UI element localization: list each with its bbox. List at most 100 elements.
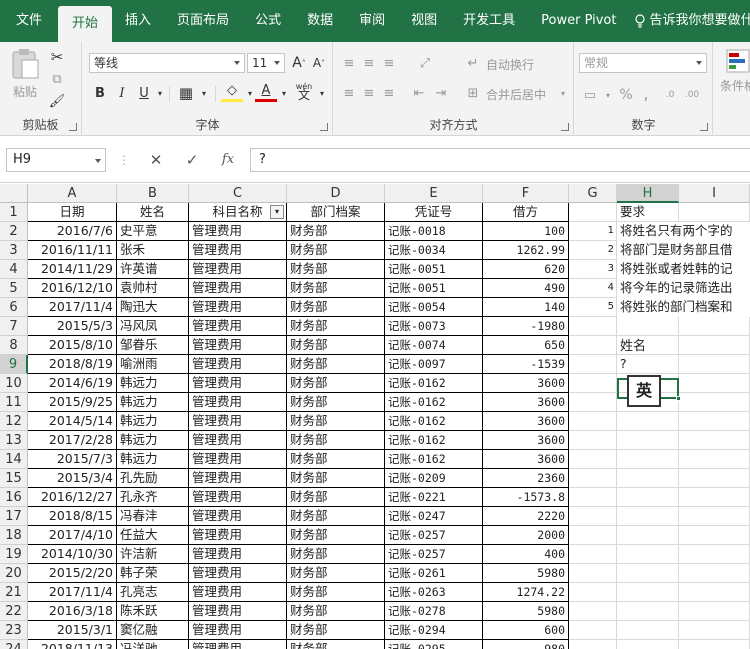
- h9-value[interactable]: ?: [617, 355, 627, 374]
- table-cell[interactable]: 窦亿融: [117, 621, 189, 640]
- header-cell[interactable]: 凭证号: [385, 203, 483, 222]
- table-cell[interactable]: 财务部: [287, 431, 385, 450]
- empty-cell[interactable]: [679, 640, 750, 649]
- table-cell[interactable]: 记账-0162: [385, 412, 483, 431]
- row-header-16[interactable]: 16: [0, 488, 28, 507]
- row-header-2[interactable]: 2: [0, 222, 28, 241]
- table-cell[interactable]: 邹眷乐: [117, 336, 189, 355]
- tab-insert[interactable]: 插入: [112, 0, 164, 42]
- table-cell[interactable]: 许洁新: [117, 545, 189, 564]
- table-cell[interactable]: 记账-0162: [385, 450, 483, 469]
- table-cell[interactable]: 2015/2/20: [28, 564, 117, 583]
- tab-developer[interactable]: 开发工具: [450, 0, 528, 42]
- table-cell[interactable]: 张禾: [117, 241, 189, 260]
- row-header-11[interactable]: 11: [0, 393, 28, 412]
- tab-view[interactable]: 视图: [398, 0, 450, 42]
- empty-cell[interactable]: [569, 374, 617, 393]
- tab-formulas[interactable]: 公式: [242, 0, 294, 42]
- table-cell[interactable]: 3600: [483, 412, 569, 431]
- format-painter-icon[interactable]: 🖌: [46, 90, 68, 112]
- table-cell[interactable]: 管理费用: [189, 260, 287, 279]
- table-cell[interactable]: 财务部: [287, 640, 385, 649]
- table-cell[interactable]: 2014/10/30: [28, 545, 117, 564]
- table-cell[interactable]: -1539: [483, 355, 569, 374]
- table-cell[interactable]: 490: [483, 279, 569, 298]
- table-cell[interactable]: 记账-0257: [385, 526, 483, 545]
- empty-cell[interactable]: [679, 431, 750, 450]
- table-cell[interactable]: 孔先励: [117, 469, 189, 488]
- table-cell[interactable]: 记账-0294: [385, 621, 483, 640]
- empty-cell[interactable]: [617, 431, 679, 450]
- empty-cell[interactable]: [679, 469, 750, 488]
- table-cell[interactable]: 管理费用: [189, 469, 287, 488]
- table-cell[interactable]: 管理费用: [189, 222, 287, 241]
- table-cell[interactable]: 管理费用: [189, 450, 287, 469]
- empty-cell[interactable]: [617, 412, 679, 431]
- empty-cell[interactable]: [569, 412, 617, 431]
- empty-cell[interactable]: [679, 374, 750, 393]
- column-header-i[interactable]: I: [679, 184, 750, 203]
- empty-cell[interactable]: [569, 583, 617, 602]
- column-header-f[interactable]: F: [483, 184, 569, 203]
- row-header-3[interactable]: 3: [0, 241, 28, 260]
- tell-me-box[interactable]: 告诉我你想要做什: [630, 0, 750, 42]
- empty-cell[interactable]: [679, 393, 750, 412]
- column-header-c[interactable]: C: [189, 184, 287, 203]
- table-cell[interactable]: 记账-0209: [385, 469, 483, 488]
- table-cell[interactable]: 袁帅村: [117, 279, 189, 298]
- empty-cell[interactable]: [679, 545, 750, 564]
- table-cell[interactable]: 财务部: [287, 488, 385, 507]
- merge-center-button[interactable]: 合并后居中: [486, 86, 546, 103]
- column-header-g[interactable]: G: [569, 184, 617, 203]
- table-cell[interactable]: 2016/3/18: [28, 602, 117, 621]
- row-header-23[interactable]: 23: [0, 621, 28, 640]
- empty-cell[interactable]: [679, 412, 750, 431]
- table-cell[interactable]: 管理费用: [189, 564, 287, 583]
- table-cell[interactable]: 财务部: [287, 507, 385, 526]
- table-cell[interactable]: 2018/8/15: [28, 507, 117, 526]
- italic-button[interactable]: I: [111, 82, 133, 104]
- row-header-10[interactable]: 10: [0, 374, 28, 393]
- table-cell[interactable]: 记账-0261: [385, 564, 483, 583]
- alignment-launcher-icon[interactable]: [561, 123, 569, 131]
- table-cell[interactable]: 2016/12/27: [28, 488, 117, 507]
- increase-indent-icon[interactable]: ⇥: [430, 82, 452, 104]
- cut-icon[interactable]: ✂: [46, 46, 68, 68]
- table-cell[interactable]: 任益大: [117, 526, 189, 545]
- table-cell[interactable]: 2015/3/1: [28, 621, 117, 640]
- paste-button[interactable]: 粘贴: [6, 48, 44, 106]
- row-header-19[interactable]: 19: [0, 545, 28, 564]
- table-cell[interactable]: 1274.22: [483, 583, 569, 602]
- table-cell[interactable]: 2018/8/19: [28, 355, 117, 374]
- row-header-17[interactable]: 17: [0, 507, 28, 526]
- table-cell[interactable]: 记账-0295: [385, 640, 483, 649]
- table-cell[interactable]: 3600: [483, 393, 569, 412]
- empty-cell[interactable]: [569, 564, 617, 583]
- name-box[interactable]: H9: [6, 148, 106, 172]
- table-cell[interactable]: 管理费用: [189, 355, 287, 374]
- header-cell[interactable]: 部门档案: [287, 203, 385, 222]
- empty-cell[interactable]: [679, 355, 750, 374]
- empty-cell[interactable]: [569, 355, 617, 374]
- header-cell[interactable]: 借方: [483, 203, 569, 222]
- font-size-dropdown[interactable]: 11: [247, 53, 285, 73]
- tab-data[interactable]: 数据: [294, 0, 346, 42]
- empty-cell[interactable]: [617, 526, 679, 545]
- table-cell[interactable]: 冯洋驰: [117, 640, 189, 649]
- table-cell[interactable]: 管理费用: [189, 488, 287, 507]
- row-header-6[interactable]: 6: [0, 298, 28, 317]
- row-header-9[interactable]: 9: [0, 355, 28, 374]
- underline-dropdown-icon[interactable]: ▾: [149, 82, 171, 104]
- table-cell[interactable]: 管理费用: [189, 412, 287, 431]
- table-cell[interactable]: 记账-0278: [385, 602, 483, 621]
- table-cell[interactable]: 记账-0018: [385, 222, 483, 241]
- clipboard-launcher-icon[interactable]: [69, 123, 77, 131]
- empty-cell[interactable]: [617, 450, 679, 469]
- table-cell[interactable]: 冯风凤: [117, 317, 189, 336]
- table-cell[interactable]: 980: [483, 640, 569, 649]
- table-cell[interactable]: 2018/11/13: [28, 640, 117, 649]
- table-cell[interactable]: 管理费用: [189, 602, 287, 621]
- fill-handle[interactable]: [676, 396, 681, 401]
- table-cell[interactable]: 2015/3/4: [28, 469, 117, 488]
- table-cell[interactable]: 管理费用: [189, 241, 287, 260]
